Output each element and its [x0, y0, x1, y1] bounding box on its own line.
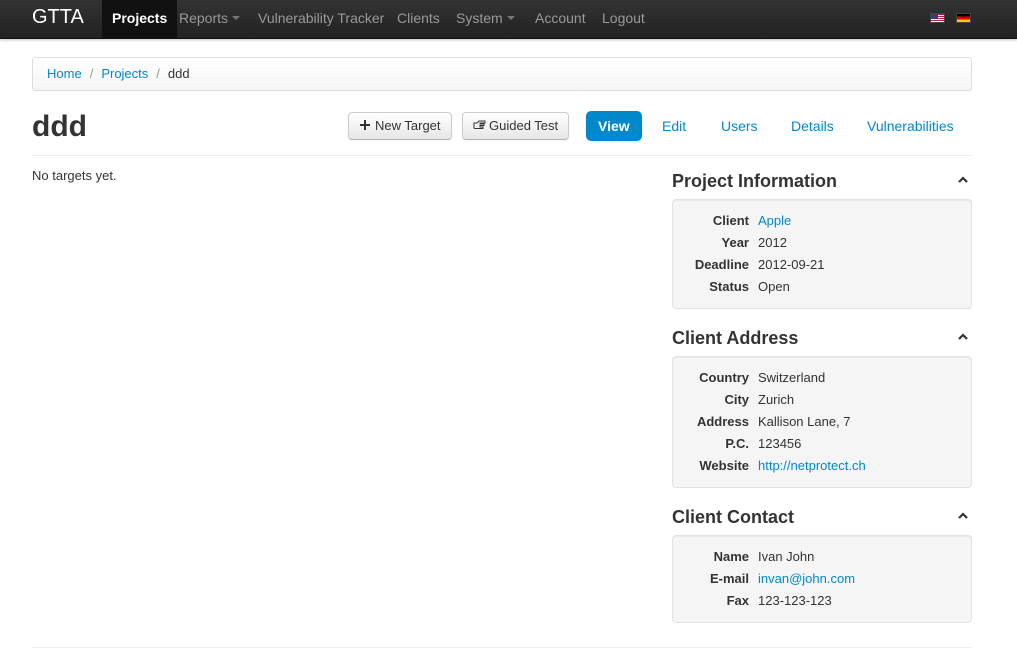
chevron-down-icon [506, 16, 515, 21]
client-address-title: Client Address [672, 328, 799, 348]
info-value: 123-123-123 [758, 593, 832, 608]
info-key: P.C. [725, 436, 749, 451]
german-flag-icon[interactable] [956, 13, 971, 23]
breadcrumb: Home / Projects / ddd [32, 57, 972, 91]
email-link[interactable]: invan@john.com [758, 571, 855, 586]
info-row-year: Year 2012 [673, 232, 971, 254]
info-key: Fax [726, 593, 749, 608]
client-address-panel: Country Switzerland City Zurich Address Kal… [672, 356, 972, 488]
nav-item-vulnerability-tracker[interactable]: Vulnerability Tracker [258, 0, 384, 39]
tab-view[interactable]: View [586, 111, 642, 141]
info-value: 2012 [758, 235, 787, 250]
info-key: Client [712, 213, 749, 228]
info-value: Kallison Lane, 7 [758, 414, 851, 429]
info-value: 123456 [758, 436, 802, 451]
brand-logo[interactable]: GTTA [32, 6, 84, 28]
chevron-up-icon[interactable] [958, 511, 968, 521]
nav-item-logout[interactable]: Logout [602, 0, 645, 39]
client-contact-title: Client Contact [672, 507, 795, 527]
info-key: Name [713, 549, 749, 564]
address-row-postal-code: P.C. 123456 [673, 433, 971, 455]
no-targets-message: No targets yet. [32, 168, 117, 183]
breadcrumb-separator: / [156, 66, 160, 81]
header-divider [32, 155, 972, 156]
nav-item-clients[interactable]: Clients [397, 0, 440, 39]
contact-row-fax: Fax 123-123-123 [673, 590, 971, 612]
contact-row-name: Name Ivan John [673, 546, 971, 568]
info-key: Status [709, 279, 749, 294]
nav-item-projects[interactable]: Projects [102, 0, 178, 39]
project-information-panel: Client Apple Year 2012 Deadline 2012-09-21 … [672, 199, 972, 309]
info-key: Deadline [694, 257, 749, 272]
info-key: Website [699, 458, 749, 473]
info-value: Open [758, 279, 790, 294]
info-value: Switzerland [758, 370, 826, 385]
breadcrumb-projects[interactable]: Projects [101, 66, 148, 81]
guided-test-label: Guided Test [489, 118, 559, 133]
info-value: Ivan John [758, 549, 815, 564]
breadcrumb-current: ddd [167, 66, 190, 81]
new-target-label: New Target [375, 118, 441, 133]
client-link[interactable]: Apple [758, 213, 791, 228]
nav-item-reports-label: Reports [179, 10, 229, 26]
top-navbar: GTTA Projects Reports Vulnerability Trac… [0, 0, 1017, 39]
address-row-country: Country Switzerland [673, 367, 971, 389]
info-key: Address [696, 414, 749, 429]
nav-item-system[interactable]: System [456, 0, 515, 39]
nav-item-reports[interactable]: Reports [179, 0, 241, 39]
footer-divider [32, 647, 972, 648]
info-value: 2012-09-21 [758, 257, 825, 272]
address-row-address: Address Kallison Lane, 7 [673, 411, 971, 433]
info-key: City [724, 392, 749, 407]
nav-item-system-label: System [456, 10, 503, 26]
tab-users[interactable]: Users [709, 111, 770, 141]
client-contact-panel: Name Ivan John E-mail invan@john.com Fax 12… [672, 535, 972, 623]
chevron-up-icon[interactable] [958, 332, 968, 342]
page-title: ddd [32, 110, 87, 143]
breadcrumb-home[interactable]: Home [47, 66, 82, 81]
new-target-button[interactable]: New Target [348, 112, 452, 140]
tab-vulnerabilities[interactable]: Vulnerabilities [855, 111, 966, 141]
chevron-down-icon [232, 16, 241, 21]
info-row-client: Client Apple [673, 210, 971, 232]
hand-pointing-icon [473, 113, 486, 139]
guided-test-button[interactable]: Guided Test [462, 112, 570, 140]
tab-details[interactable]: Details [779, 111, 846, 141]
project-information-title: Project Information [672, 171, 838, 191]
contact-row-email: E-mail invan@john.com [673, 568, 971, 590]
website-link[interactable]: http://netprotect.ch [758, 458, 866, 473]
plus-icon [359, 113, 371, 139]
info-key: Country [699, 370, 749, 385]
info-value: Zurich [758, 392, 795, 407]
chevron-up-icon[interactable] [958, 175, 968, 185]
address-row-website: Website http://netprotect.ch [673, 455, 971, 477]
info-row-deadline: Deadline 2012-09-21 [673, 254, 971, 276]
tab-edit[interactable]: Edit [650, 111, 698, 141]
info-row-status: Status Open [673, 276, 971, 298]
nav-item-account[interactable]: Account [535, 0, 586, 39]
us-flag-icon[interactable] [930, 13, 945, 23]
info-key: Year [721, 235, 749, 250]
breadcrumb-separator: / [89, 66, 94, 81]
info-key: E-mail [709, 571, 749, 586]
address-row-city: City Zurich [673, 389, 971, 411]
